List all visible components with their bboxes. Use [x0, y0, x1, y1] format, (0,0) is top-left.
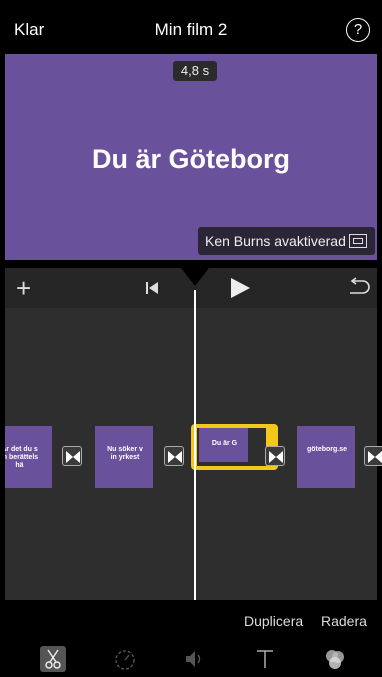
transition-icon — [66, 451, 80, 463]
text-glyph — [257, 650, 273, 668]
clip-2-text: Nu söker v in yrkest — [107, 446, 143, 461]
duplicate-button[interactable]: Duplicera — [244, 613, 303, 629]
volume-glyph — [186, 651, 201, 667]
clip-4-text: göteborg.se — [306, 446, 348, 453]
clip-4[interactable]: göteborg.se — [297, 426, 355, 488]
delete-button[interactable]: Radera — [321, 613, 367, 629]
transition-icon — [168, 451, 182, 463]
clip-2[interactable]: Nu söker v in yrkest — [95, 426, 153, 488]
transition-button[interactable] — [62, 446, 82, 466]
playhead[interactable] — [194, 290, 196, 600]
duration-badge: 4,8 s — [173, 61, 217, 81]
scissors-glyph — [45, 649, 61, 669]
ken-burns-label: Ken Burns avaktiverad — [205, 233, 346, 249]
ken-burns-toggle[interactable]: Ken Burns avaktiverad — [198, 227, 375, 255]
undo-icon[interactable] — [347, 277, 371, 297]
speed-icon[interactable] — [112, 646, 138, 672]
add-media-icon[interactable]: + — [16, 275, 31, 301]
filter-icon[interactable] — [322, 646, 348, 672]
transition-button[interactable] — [164, 446, 184, 466]
volume-icon[interactable] — [182, 646, 208, 672]
help-button[interactable]: ? — [346, 18, 370, 42]
preview-title-text: Du är Göteborg — [91, 144, 290, 174]
ken-burns-icon — [349, 234, 367, 248]
filter-glyph — [326, 650, 344, 669]
transition-button[interactable] — [265, 446, 285, 466]
transition-button[interactable] — [364, 446, 382, 466]
skip-to-start-icon[interactable] — [145, 281, 159, 295]
clip-1[interactable]: Är det du s in berättels hä — [5, 426, 52, 488]
text-icon[interactable] — [252, 646, 278, 672]
scissors-icon[interactable] — [40, 646, 66, 672]
speed-glyph — [115, 650, 135, 670]
transition-icon — [269, 451, 283, 463]
play-icon[interactable] — [229, 277, 251, 299]
project-title: Min film 2 — [154, 20, 228, 39]
transition-icon — [368, 451, 382, 463]
playhead-notch — [181, 268, 209, 286]
clip-1-text: Är det du s in berättels hä — [5, 446, 39, 469]
